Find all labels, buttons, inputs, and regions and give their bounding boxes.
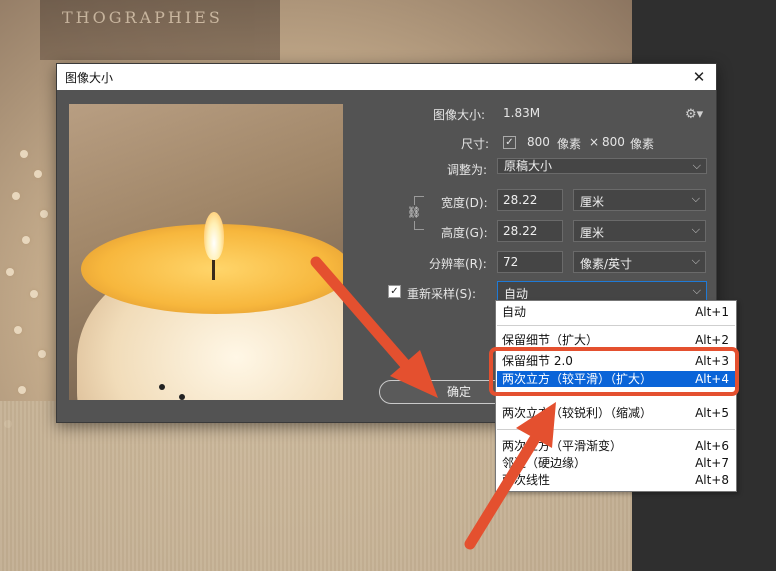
link-icon[interactable]: ⛓ bbox=[407, 205, 421, 221]
dimensions-unit-2: 像素 bbox=[630, 137, 655, 151]
menu-item-preserve-details[interactable]: 保留细节（扩大） Alt+2 bbox=[497, 332, 735, 348]
menu-item-label: 保留细节（扩大） bbox=[502, 333, 599, 347]
dimensions-unit-1: 像素 bbox=[557, 137, 582, 151]
resample-label: 重新采样(S): bbox=[407, 287, 477, 301]
resample-value: 自动 bbox=[504, 287, 529, 301]
dimensions-height: 800 bbox=[602, 135, 625, 149]
close-icon[interactable]: ✕ bbox=[690, 68, 708, 86]
fit-to-value: 原稿大小 bbox=[504, 159, 553, 173]
preview-eye-right bbox=[179, 394, 185, 400]
preview-eye-left bbox=[159, 384, 165, 390]
menu-item-shortcut: Alt+8 bbox=[695, 473, 729, 487]
menu-item-bilinear[interactable]: 两次线性 Alt+8 bbox=[497, 472, 735, 488]
height-unit-value: 厘米 bbox=[580, 226, 605, 240]
chevron-down-icon: ⌵ bbox=[691, 254, 700, 267]
menu-item-bicubic-smooth-gradients[interactable]: 两次立方（平滑渐变） Alt+6 bbox=[497, 438, 735, 454]
menu-item-label: 邻近（硬边缘） bbox=[502, 456, 587, 470]
resolution-unit-select[interactable]: 像素/英寸 ⌵ bbox=[573, 251, 706, 273]
menu-item-nearest-neighbor[interactable]: 邻近（硬边缘） Alt+7 bbox=[497, 455, 735, 471]
width-input[interactable]: 28.22 bbox=[497, 189, 563, 211]
background-book: THOGRAPHIES bbox=[40, 0, 280, 60]
image-size-label: 图像大小: bbox=[433, 108, 486, 122]
dimensions-width: 800 bbox=[527, 135, 550, 149]
width-label: 宽度(D): bbox=[441, 196, 488, 210]
menu-item-label: 两次立方（较锐利）（缩减） bbox=[502, 406, 653, 420]
dimensions-dropdown-icon[interactable]: ✓ bbox=[503, 136, 516, 149]
resample-dropdown-menu: 自动 Alt+1 保留细节（扩大） Alt+2 保留细节 2.0 Alt+3 两… bbox=[495, 300, 737, 492]
menu-item-bicubic-sharper[interactable]: 两次立方（较锐利）（缩减） Alt+5 bbox=[497, 405, 735, 421]
dialog-titlebar: 图像大小 ✕ bbox=[57, 64, 716, 90]
height-label: 高度(G): bbox=[441, 226, 488, 240]
resolution-label: 分辨率(R): bbox=[429, 257, 487, 271]
dimensions-times: × bbox=[589, 135, 600, 149]
dialog-title: 图像大小 bbox=[65, 70, 114, 85]
menu-item-shortcut: Alt+7 bbox=[695, 456, 729, 470]
menu-item-label: 两次线性 bbox=[502, 473, 551, 487]
height-input[interactable]: 28.22 bbox=[497, 220, 563, 242]
background-book-text: THOGRAPHIES bbox=[62, 8, 223, 27]
menu-item-shortcut: Alt+5 bbox=[695, 406, 729, 420]
width-unit-value: 厘米 bbox=[580, 195, 605, 209]
annotation-highlight-box bbox=[489, 347, 739, 396]
menu-separator bbox=[497, 429, 735, 430]
gear-icon[interactable]: ⚙▾ bbox=[685, 107, 703, 122]
menu-item-shortcut: Alt+1 bbox=[695, 305, 729, 319]
menu-item-shortcut: Alt+6 bbox=[695, 439, 729, 453]
chevron-down-icon: ⌵ bbox=[691, 223, 700, 236]
preview-flame bbox=[204, 212, 224, 260]
fit-to-label: 调整为: bbox=[447, 163, 488, 177]
menu-item-label: 自动 bbox=[502, 305, 527, 319]
menu-item-auto[interactable]: 自动 Alt+1 bbox=[497, 304, 735, 320]
width-unit-select[interactable]: 厘米 ⌵ bbox=[573, 189, 706, 211]
menu-item-label: 两次立方（平滑渐变） bbox=[502, 439, 623, 453]
resample-checkbox[interactable]: ✓ bbox=[388, 285, 401, 298]
resolution-input[interactable]: 72 bbox=[497, 251, 563, 273]
menu-item-shortcut: Alt+2 bbox=[695, 333, 729, 347]
chevron-down-icon: ⌵ bbox=[692, 284, 701, 297]
chevron-down-icon: ⌵ bbox=[692, 159, 701, 172]
fit-to-select[interactable]: 原稿大小 ⌵ bbox=[497, 158, 707, 174]
height-unit-select[interactable]: 厘米 ⌵ bbox=[573, 220, 706, 242]
resolution-unit-value: 像素/英寸 bbox=[580, 257, 633, 271]
chevron-down-icon: ⌵ bbox=[691, 192, 700, 205]
dimensions-label: 尺寸: bbox=[461, 137, 490, 151]
image-preview[interactable] bbox=[69, 104, 343, 400]
image-size-value: 1.83M bbox=[503, 106, 541, 120]
menu-separator bbox=[497, 325, 735, 326]
